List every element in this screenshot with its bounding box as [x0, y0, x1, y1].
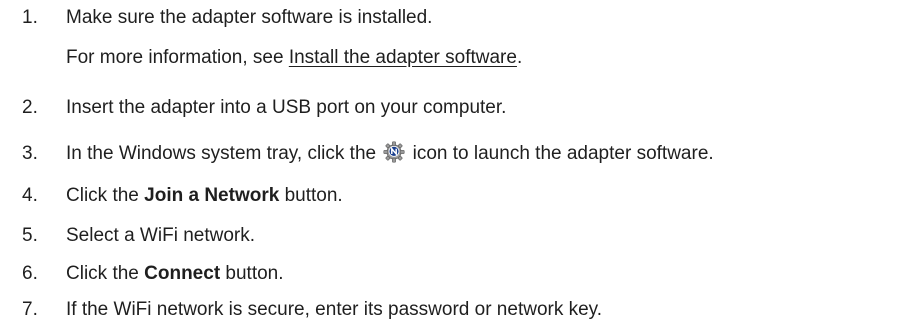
step-number: 3. — [22, 143, 38, 164]
step-text: Click the Join a Network button. — [66, 182, 343, 210]
step-number: 6. — [22, 263, 38, 284]
step-text: Make sure the adapter software is instal… — [66, 7, 433, 28]
step-number: 2. — [22, 97, 38, 118]
step-2: 2. Insert the adapter into a USB port on… — [0, 94, 906, 122]
step-number: 5. — [22, 225, 38, 246]
step-number: 4. — [22, 185, 38, 206]
connect-button-label: Connect — [144, 263, 221, 284]
step-text-after: icon to launch the adapter software. — [407, 143, 714, 164]
step-1-note: For more information, see Install the ad… — [66, 44, 522, 72]
step-text-before: In the Windows system tray, click the — [66, 143, 382, 164]
step-text-before: Click the — [66, 185, 145, 206]
step-text: Click the Connect button. — [66, 260, 284, 288]
step-number: 7. — [22, 299, 38, 320]
note-suffix: . — [516, 47, 523, 68]
step-text: Select a WiFi network. — [66, 225, 255, 246]
step-6: 6. Click the Connect button. — [0, 260, 906, 288]
step-4: 4. Click the Join a Network button. — [0, 182, 906, 210]
step-text-before: Click the — [66, 263, 145, 284]
install-adapter-software-link[interactable]: Install the adapter software — [289, 47, 517, 68]
step-text: If the WiFi network is secure, enter its… — [66, 299, 603, 320]
step-3: 3. In the Windows system tray, click the… — [0, 140, 906, 168]
step-text: In the Windows system tray, click the ic… — [66, 140, 714, 168]
step-text-after: button. — [279, 185, 343, 206]
step-number: 1. — [22, 7, 38, 28]
netgear-adapter-icon — [383, 141, 405, 163]
step-text: Insert the adapter into a USB port on yo… — [66, 97, 507, 118]
join-a-network-button-label: Join a Network — [144, 185, 280, 206]
step-1: 1. Make sure the adapter software is ins… — [0, 4, 906, 32]
step-text-after: button. — [220, 263, 284, 284]
step-7: 7. If the WiFi network is secure, enter … — [0, 296, 906, 324]
note-prefix: For more information, see — [66, 47, 289, 68]
step-5: 5. Select a WiFi network. — [0, 222, 906, 250]
